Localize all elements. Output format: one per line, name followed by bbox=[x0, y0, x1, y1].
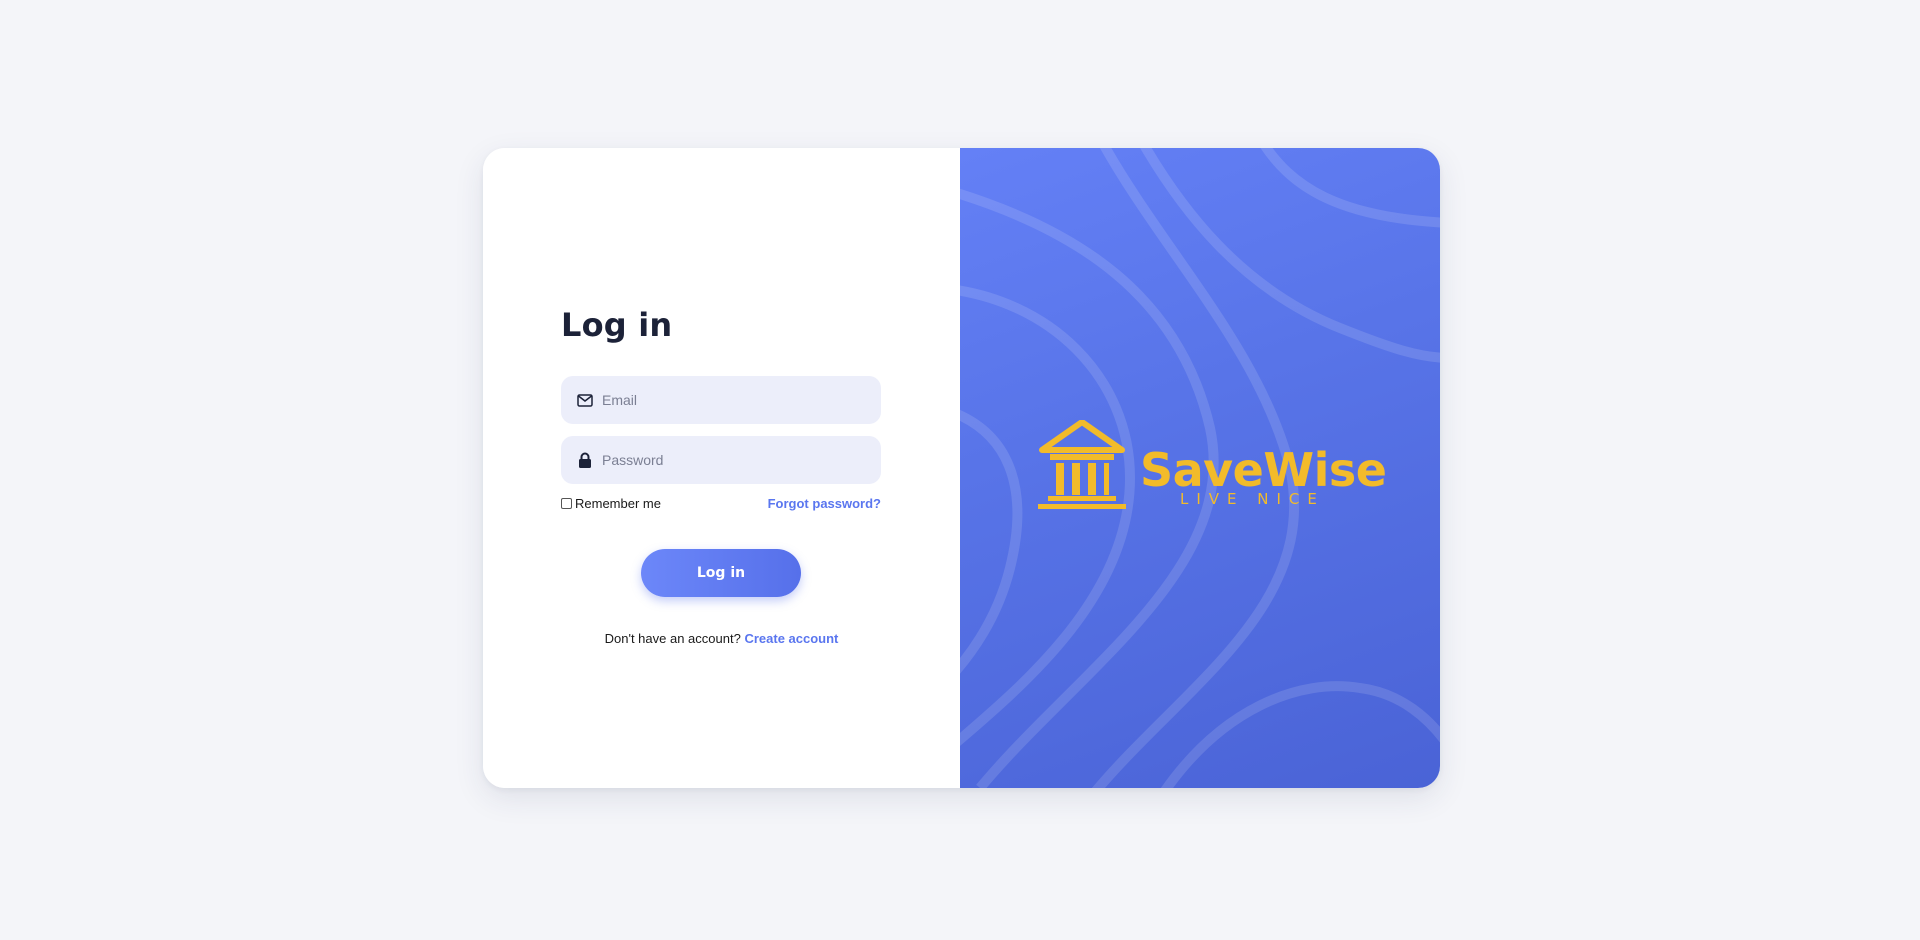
email-field[interactable] bbox=[561, 376, 881, 424]
signup-text: Don't have an account? bbox=[604, 631, 741, 646]
brand-name: SaveWise bbox=[1140, 443, 1387, 497]
remember-label: Remember me bbox=[575, 496, 661, 511]
email-input[interactable] bbox=[602, 392, 862, 408]
password-input[interactable] bbox=[602, 452, 862, 468]
password-field[interactable] bbox=[561, 436, 881, 484]
remember-me[interactable]: Remember me bbox=[561, 496, 661, 511]
login-button[interactable]: Log in bbox=[641, 549, 801, 597]
login-panel: Log in Remember me Forgot pa bbox=[483, 148, 960, 788]
brand-panel: SaveWise LIVE NICE bbox=[960, 148, 1440, 788]
brand-logo bbox=[1036, 419, 1128, 515]
bank-building-icon bbox=[1036, 419, 1128, 515]
forgot-password-link[interactable]: Forgot password? bbox=[758, 496, 881, 511]
remember-checkbox[interactable] bbox=[561, 498, 572, 509]
page-title: Log in bbox=[561, 306, 673, 344]
login-card: Log in Remember me Forgot pa bbox=[483, 148, 1440, 788]
create-account-link[interactable]: Create account bbox=[744, 631, 838, 646]
lock-icon bbox=[576, 451, 594, 469]
signup-prompt: Don't have an account? Create account bbox=[483, 631, 960, 646]
envelope-icon bbox=[576, 391, 594, 409]
brand-tagline: LIVE NICE bbox=[1180, 490, 1325, 508]
